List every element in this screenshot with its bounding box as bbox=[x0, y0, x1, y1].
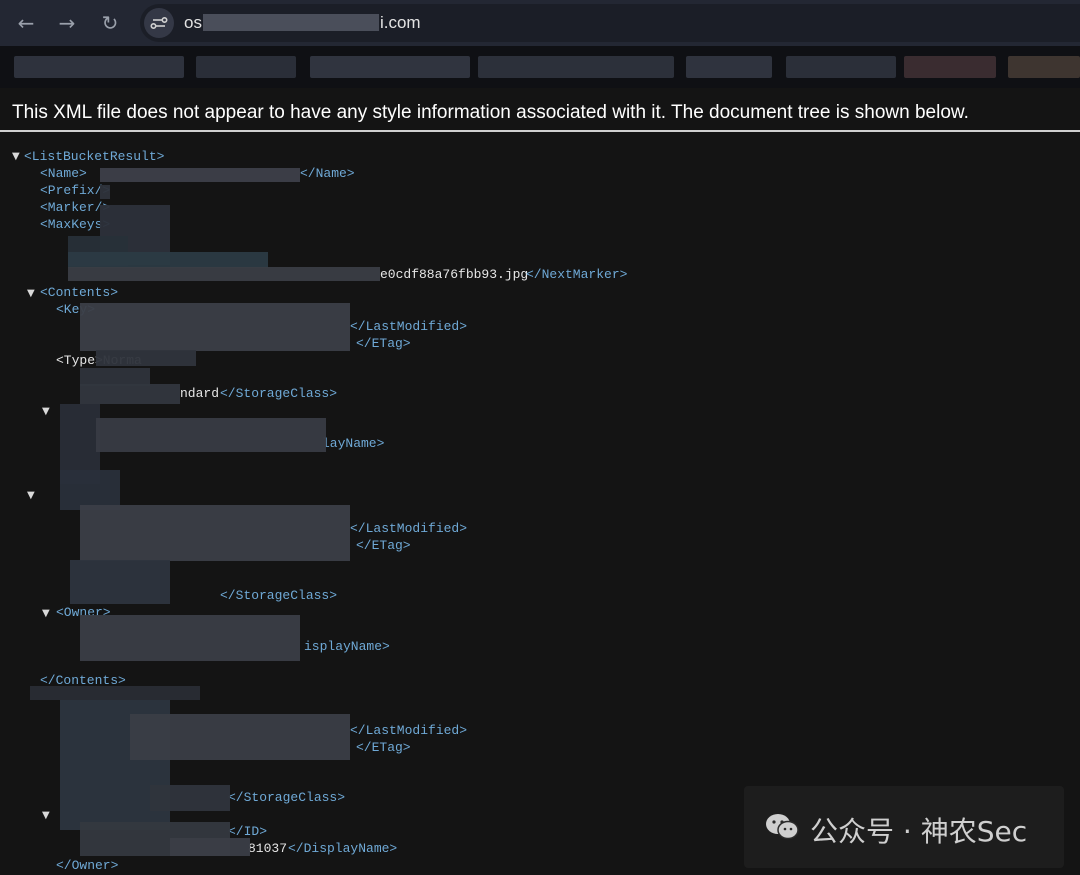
address-bar[interactable]: os i.com bbox=[140, 4, 1080, 42]
lastmodified-close-tag: </LastModified> bbox=[350, 521, 468, 536]
storageclass-value: ndard bbox=[180, 386, 220, 401]
displayname-close-tag: isplayName> bbox=[304, 639, 390, 654]
bookmark-item[interactable] bbox=[196, 56, 296, 78]
listbucketresult-open: <ListBucketResult> bbox=[24, 149, 165, 164]
displayname-value: 81037 bbox=[248, 841, 288, 856]
displayname-close-tag: </DisplayName> bbox=[288, 841, 398, 856]
name-close-tag: </Name> bbox=[300, 166, 355, 181]
collapse-triangle-icon[interactable]: ▼ bbox=[42, 810, 50, 821]
bookmarks-bar bbox=[0, 46, 1080, 88]
lastmodified-close-tag: </LastModified> bbox=[350, 319, 468, 334]
etag-close-tag: </ETag> bbox=[356, 538, 411, 553]
bookmark-item[interactable] bbox=[1008, 56, 1080, 78]
collapse-triangle-icon[interactable]: ▼ bbox=[12, 151, 20, 162]
divider bbox=[0, 130, 1080, 132]
storageclass-close-tag: </StorageClass> bbox=[220, 588, 338, 603]
url-end: i.com bbox=[379, 13, 421, 32]
bookmark-item[interactable] bbox=[686, 56, 772, 78]
forward-icon[interactable]: → bbox=[55, 11, 79, 35]
watermark-text: 公众号 · 神农Sec bbox=[810, 815, 1028, 848]
bookmark-item[interactable] bbox=[478, 56, 674, 78]
storageclass-close-tag: </StorageClass> bbox=[220, 386, 338, 401]
url-text[interactable]: os i.com bbox=[184, 13, 421, 33]
nextmarker-close-tag: </NextMarker> bbox=[526, 267, 628, 282]
reload-icon[interactable]: ↻ bbox=[98, 11, 122, 35]
etag-close-tag: </ETag> bbox=[356, 336, 411, 351]
collapse-triangle-icon[interactable]: ▼ bbox=[42, 406, 50, 417]
watermark: 公众号 · 神农Sec bbox=[744, 786, 1064, 868]
displayname-close-tag: layName> bbox=[322, 436, 385, 451]
collapse-triangle-icon[interactable]: ▼ bbox=[27, 490, 35, 501]
name-open-tag: <Name> bbox=[40, 166, 87, 181]
wechat-icon bbox=[766, 814, 799, 840]
collapse-triangle-icon[interactable]: ▼ bbox=[27, 288, 35, 299]
browser-toolbar: ← → ↻ os i.com bbox=[0, 0, 1080, 46]
owner-close-tag: </Owner> bbox=[56, 858, 119, 873]
url-redaction bbox=[202, 14, 379, 31]
url-start: os bbox=[184, 13, 202, 32]
nextmarker-value: e0cdf88a76fbb93.jpg bbox=[380, 267, 529, 282]
lastmodified-close-tag: </LastModified> bbox=[350, 723, 468, 738]
site-info-icon[interactable] bbox=[144, 8, 174, 38]
etag-close-tag: </ETag> bbox=[356, 740, 411, 755]
bookmark-item[interactable] bbox=[786, 56, 896, 78]
storageclass-close-tag: </StorageClass> bbox=[228, 790, 346, 805]
back-icon[interactable]: ← bbox=[14, 11, 38, 35]
collapse-triangle-icon[interactable]: ▼ bbox=[42, 608, 50, 619]
bookmark-item[interactable] bbox=[14, 56, 184, 78]
xml-style-notice: This XML file does not appear to have an… bbox=[12, 102, 969, 123]
bookmark-item[interactable] bbox=[904, 56, 996, 78]
contents-open-tag: <Contents> bbox=[40, 285, 119, 300]
bookmark-item[interactable] bbox=[310, 56, 470, 78]
